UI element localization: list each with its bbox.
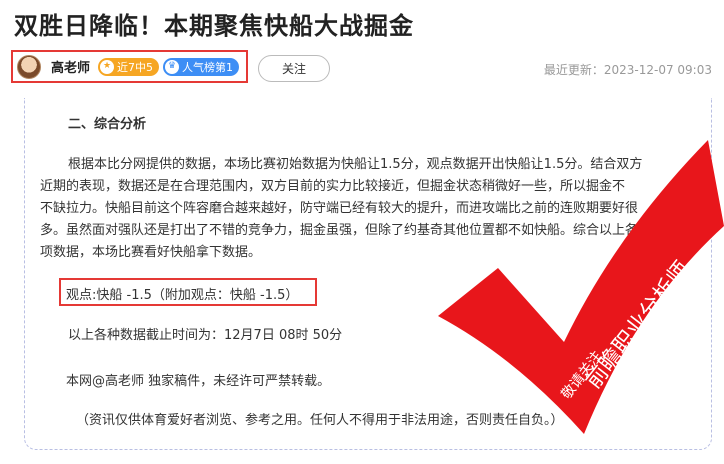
win-streak-label: 近7中5 bbox=[117, 60, 154, 74]
opinion-text: 观点:快船 -1.5（附加观点：快船 -1.5） bbox=[66, 288, 299, 303]
author-bar: 高老师 ★ 近7中5 ♛ 人气榜第1 bbox=[11, 50, 248, 83]
update-time: 最近更新：2023-12-07 09:03 bbox=[543, 63, 712, 77]
copyright-notice: 本网@高老师 独家稿件，未经许可严禁转载。 bbox=[66, 374, 331, 389]
win-streak-badge: ★ 近7中5 bbox=[98, 57, 160, 76]
crown-icon: ♛ bbox=[165, 59, 180, 74]
article-title: 双胜日降临！本期聚焦快船大战掘金 bbox=[14, 12, 414, 40]
popularity-badge: ♛ 人气榜第1 bbox=[163, 57, 240, 76]
author-avatar[interactable] bbox=[17, 54, 41, 79]
checkmark-stamp: 敬请关注 前瞻职业分析师 bbox=[438, 140, 724, 434]
follow-button[interactable]: 关注 bbox=[258, 55, 330, 82]
cutoff-time: 以上各种数据截止时间为：12月7日 08时 50分 bbox=[68, 328, 343, 343]
section-heading: 二、综合分析 bbox=[68, 117, 147, 132]
star-icon: ★ bbox=[100, 59, 115, 74]
author-name[interactable]: 高老师 bbox=[51, 57, 90, 76]
popularity-label: 人气榜第1 bbox=[182, 60, 234, 74]
